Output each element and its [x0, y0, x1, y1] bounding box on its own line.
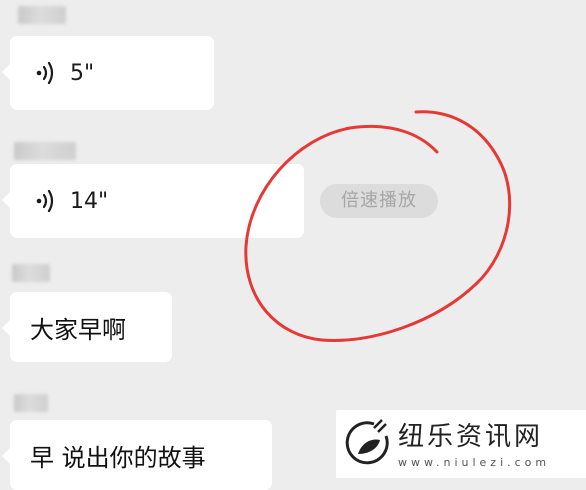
red-circle-annotation [244, 110, 512, 342]
plug-leaf-logo-icon [345, 419, 389, 465]
watermark-url: www.niulezi.com [398, 456, 551, 469]
site-watermark: 纽乐资讯网 www.niulezi.com [336, 410, 586, 478]
watermark-title: 纽乐资讯网 [398, 422, 544, 452]
